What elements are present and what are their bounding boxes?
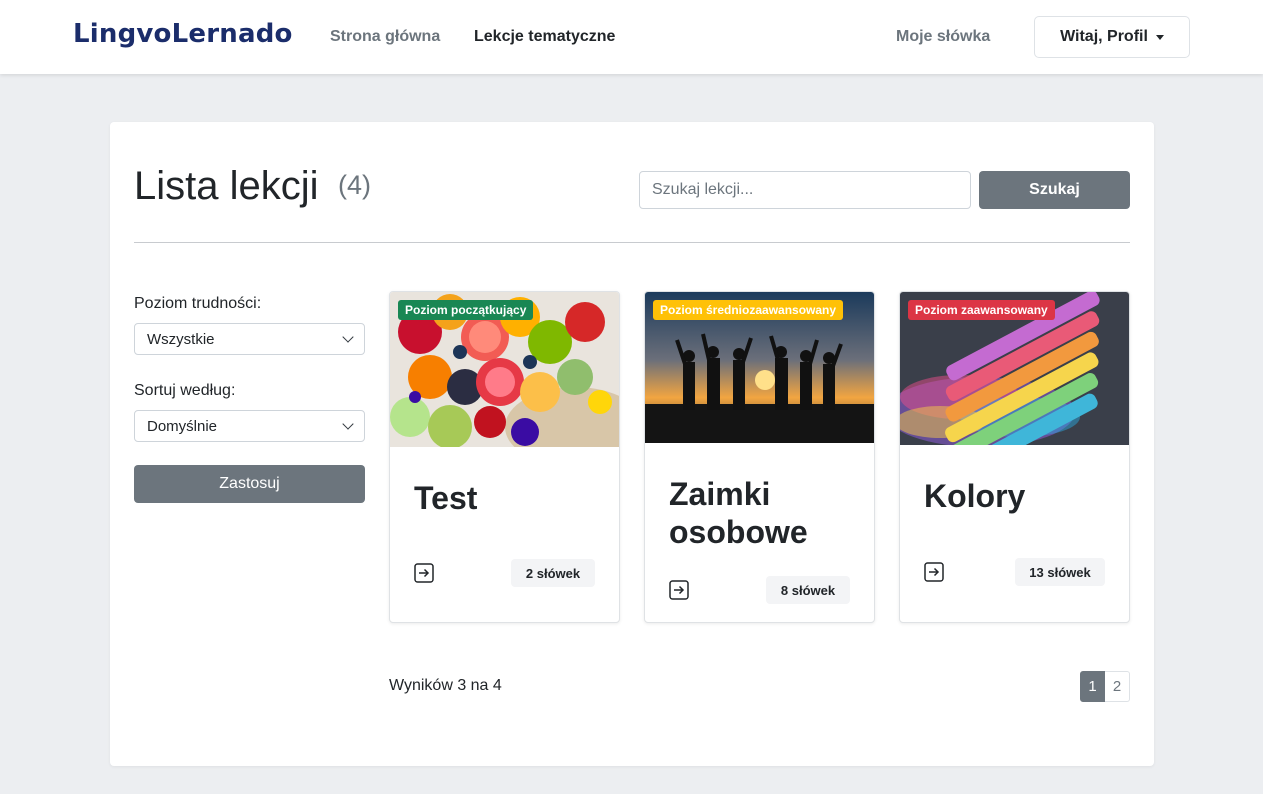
caret-down-icon [1155, 34, 1164, 40]
nav-link-home[interactable]: Strona główna [330, 28, 440, 46]
sort-select[interactable]: Domyślnie [134, 410, 365, 442]
lesson-title-line: osobowe [669, 514, 808, 550]
page-button-1[interactable]: 1 [1080, 671, 1105, 702]
lesson-title-line: Test [414, 480, 478, 516]
chevron-down-icon [342, 418, 354, 430]
profile-dropdown-button[interactable]: Witaj, Profil [1034, 16, 1190, 58]
level-select-value: Wszystkie [147, 330, 215, 348]
results-summary: Wyników 3 na 4 [389, 677, 502, 694]
lesson-card[interactable]: Poziom zaawansowany Kolory 13 słówek [899, 291, 1130, 623]
sort-filter-label: Sortuj według: [134, 382, 236, 399]
lesson-title[interactable]: Zaimki osobowe [669, 475, 808, 551]
sort-select-value: Domyślnie [147, 417, 218, 435]
page-title: Lista lekcji [134, 164, 319, 208]
nav-link-lessons[interactable]: Lekcje tematyczne [474, 28, 615, 46]
page-button-2[interactable]: 2 [1105, 671, 1130, 702]
lesson-title[interactable]: Kolory [924, 477, 1025, 515]
brand-logo[interactable]: LingvoLernado [73, 19, 293, 49]
lesson-image-chalk: Poziom zaawansowany [900, 292, 1129, 445]
box-arrow-in-right-icon[interactable] [924, 562, 944, 582]
search-button[interactable]: Szukaj [979, 171, 1130, 209]
pagination: 1 2 [1080, 671, 1130, 702]
divider [134, 242, 1130, 243]
chevron-down-icon [342, 331, 354, 343]
nav-link-my-words[interactable]: Moje słówka [896, 28, 990, 46]
level-badge: Poziom zaawansowany [908, 300, 1055, 320]
word-count-badge: 2 słówek [511, 559, 595, 587]
main-card: Lista lekcji (4) Szukaj Poziom trudności… [110, 122, 1154, 766]
profile-label: Witaj, Profil [1060, 28, 1148, 45]
lesson-card[interactable]: Poziom średniozaawansowany Zaimki osobow… [644, 291, 875, 623]
lesson-card[interactable]: Poziom początkujący Test 2 słówek [389, 291, 620, 623]
apply-filters-button[interactable]: Zastosuj [134, 465, 365, 503]
lesson-title-line: Kolory [924, 478, 1026, 514]
lesson-title[interactable]: Test [414, 479, 477, 517]
level-select[interactable]: Wszystkie [134, 323, 365, 355]
box-arrow-in-right-icon[interactable] [414, 563, 434, 583]
box-arrow-in-right-icon[interactable] [669, 580, 689, 600]
level-badge: Poziom początkujący [398, 300, 534, 320]
lesson-title-line: Zaimki [669, 476, 771, 512]
navbar: LingvoLernado Strona główna Lekcje temat… [0, 0, 1263, 74]
lesson-image-fruit: Poziom początkujący [390, 292, 619, 447]
lesson-count: (4) [338, 170, 371, 200]
lesson-image-sunset-people: Poziom średniozaawansowany [645, 292, 874, 443]
search-input[interactable] [639, 171, 971, 209]
word-count-badge: 13 słówek [1015, 558, 1105, 586]
level-badge: Poziom średniozaawansowany [653, 300, 844, 320]
word-count-badge: 8 słówek [766, 576, 850, 604]
level-filter-label: Poziom trudności: [134, 295, 262, 312]
